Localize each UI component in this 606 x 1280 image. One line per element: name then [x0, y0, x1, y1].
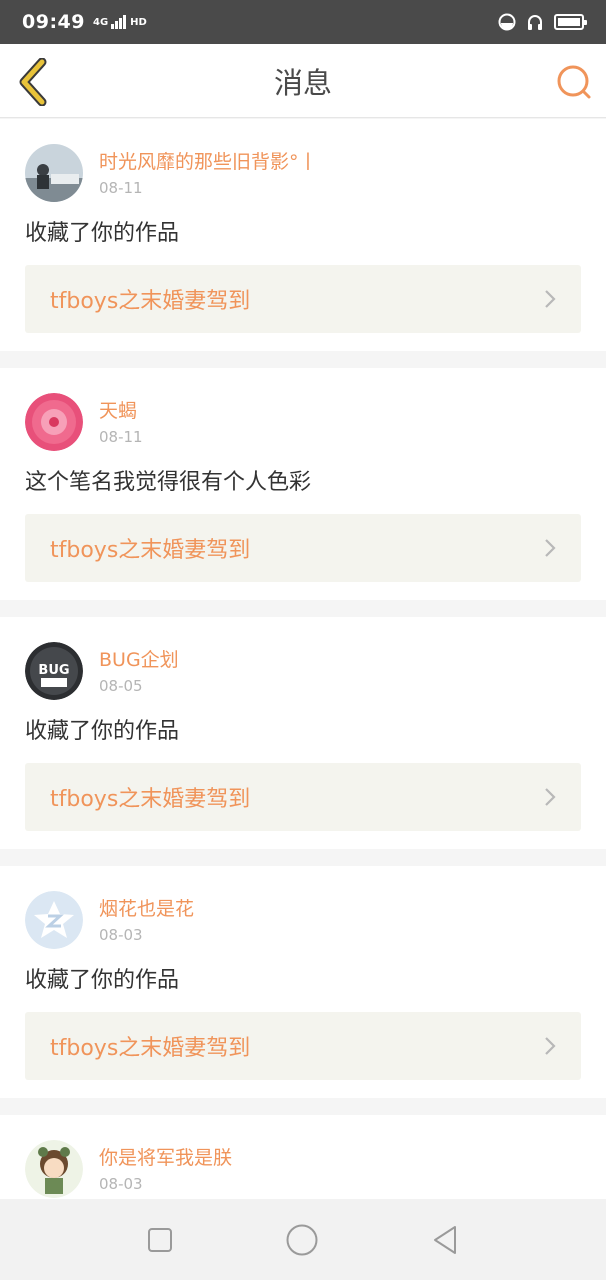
user-name[interactable]: 你是将军我是朕	[99, 1145, 232, 1171]
user-avatar[interactable]	[25, 1140, 83, 1198]
chevron-right-icon	[545, 539, 556, 557]
message-date: 08-05	[99, 677, 143, 695]
status-bar: 09:49 4G HD	[0, 0, 606, 44]
work-link[interactable]: tfboys之末婚妻驾到	[25, 1012, 581, 1080]
data-saver-icon	[498, 13, 516, 31]
message-date: 08-11	[99, 428, 143, 446]
message-card: BUG BUG企划 08-05 收藏了你的作品 tfboys之末婚妻驾到	[0, 617, 606, 849]
back-icon[interactable]	[430, 1224, 460, 1256]
headphones-icon	[528, 15, 542, 30]
network-indicator: 4G HD	[93, 15, 147, 29]
status-icons	[498, 13, 587, 31]
search-icon[interactable]	[554, 62, 594, 102]
work-title: tfboys之末婚妻驾到	[50, 538, 251, 563]
home-icon[interactable]	[285, 1223, 319, 1257]
app-header: 消息	[0, 44, 606, 118]
message-text: 收藏了你的作品	[25, 968, 180, 993]
chevron-right-icon	[545, 1037, 556, 1055]
user-name[interactable]: BUG企划	[99, 647, 179, 673]
network-type: 4G	[92, 16, 109, 28]
chevron-right-icon	[545, 290, 556, 308]
user-name[interactable]: 天蝎	[99, 398, 143, 424]
status-time: 09:49	[22, 11, 85, 33]
avatar-text: BUG	[38, 663, 69, 678]
avatar-image: BUG	[25, 642, 83, 700]
message-list[interactable]: 时光风靡的那些旧背影°丨 08-11 收藏了你的作品 tfboys之末婚妻驾到	[0, 119, 606, 1199]
message-date: 08-11	[99, 179, 143, 197]
avatar-image	[25, 144, 83, 202]
message-text: 这个笔名我觉得很有个人色彩	[25, 470, 312, 495]
message-card: 时光风靡的那些旧背影°丨 08-11 收藏了你的作品 tfboys之末婚妻驾到	[0, 119, 606, 351]
message-date: 08-03	[99, 926, 143, 944]
message-date: 08-03	[99, 1175, 143, 1193]
work-link[interactable]: tfboys之末婚妻驾到	[25, 265, 581, 333]
user-avatar[interactable]	[25, 891, 83, 949]
battery-icon	[554, 14, 587, 30]
message-card: 天蝎 08-11 这个笔名我觉得很有个人色彩 tfboys之末婚妻驾到	[0, 368, 606, 600]
user-avatar[interactable]	[25, 144, 83, 202]
work-title: tfboys之末婚妻驾到	[50, 289, 251, 314]
work-link[interactable]: tfboys之末婚妻驾到	[25, 514, 581, 582]
user-avatar[interactable]	[25, 393, 83, 451]
hd-badge: HD	[130, 16, 147, 28]
work-link[interactable]: tfboys之末婚妻驾到	[25, 763, 581, 831]
user-avatar[interactable]: BUG	[25, 642, 83, 700]
message-card: 烟花也是花 08-03 收藏了你的作品 tfboys之末婚妻驾到	[0, 866, 606, 1098]
back-arrow-icon[interactable]	[14, 58, 54, 106]
system-nav-bar	[0, 1199, 606, 1280]
signal-icon	[111, 15, 127, 29]
work-title: tfboys之末婚妻驾到	[50, 787, 251, 812]
recent-apps-icon[interactable]	[146, 1226, 174, 1254]
avatar-image	[25, 393, 83, 451]
message-text: 收藏了你的作品	[25, 719, 180, 744]
page-title: 消息	[273, 65, 332, 100]
chevron-right-icon	[545, 788, 556, 806]
avatar-image	[25, 1140, 83, 1198]
message-card: 你是将军我是朕 08-03	[0, 1115, 606, 1199]
work-title: tfboys之末婚妻驾到	[50, 1036, 251, 1061]
message-text: 收藏了你的作品	[25, 221, 180, 246]
avatar-image	[25, 891, 83, 949]
user-name[interactable]: 时光风靡的那些旧背影°丨	[99, 149, 318, 175]
user-name[interactable]: 烟花也是花	[99, 896, 194, 922]
